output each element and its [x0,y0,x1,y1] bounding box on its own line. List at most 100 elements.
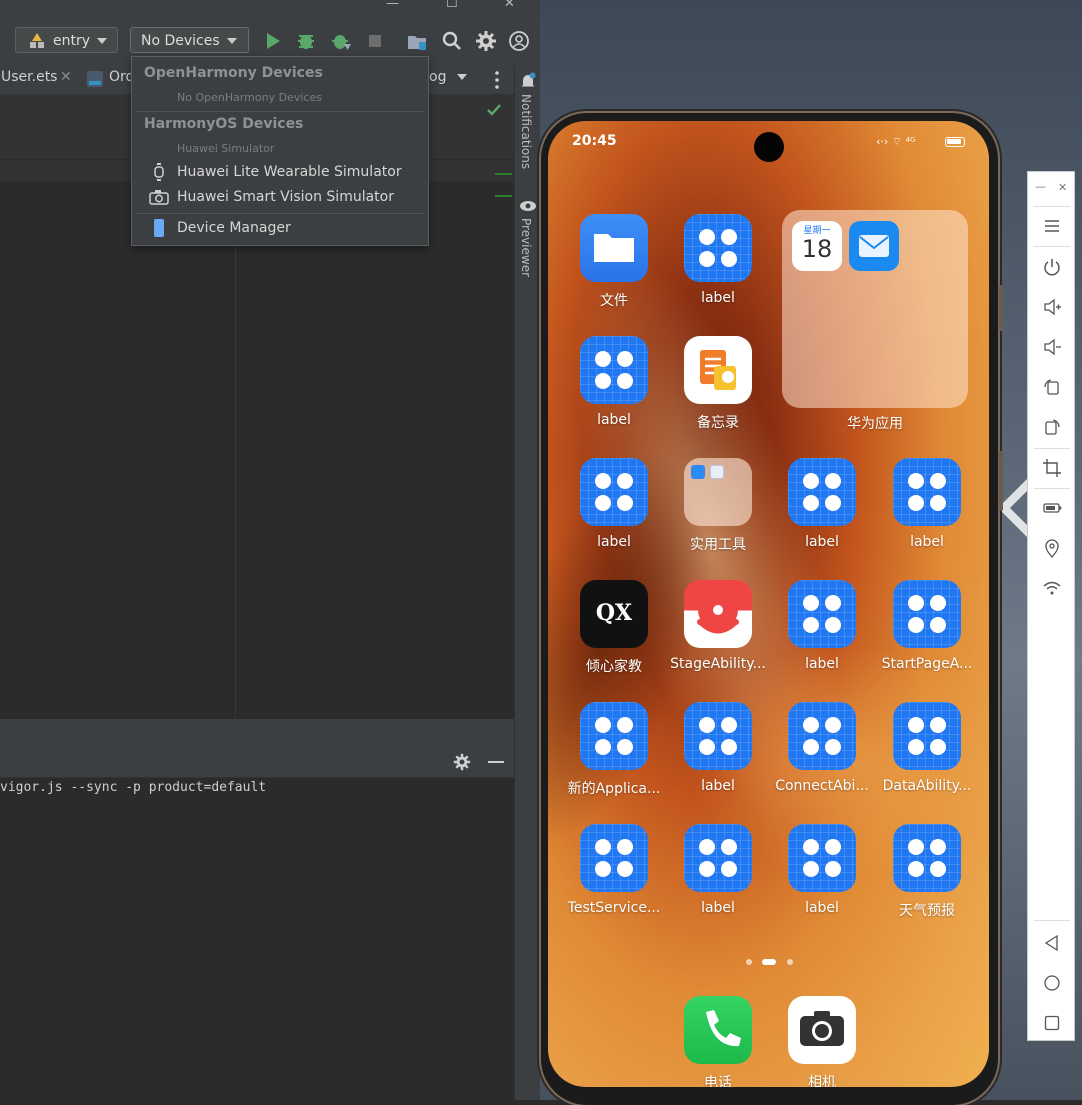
app-shortcut[interactable]: label [666,214,770,322]
app-shortcut[interactable]: 天气预报 [875,824,979,932]
inspection-ok-check-icon[interactable] [486,103,502,117]
volume-up-icon[interactable] [1040,295,1064,319]
app-name: TestService... [567,900,661,916]
tab-og[interactable]: og [429,69,446,85]
rotate-icon[interactable] [1040,375,1064,399]
debug-icon[interactable] [295,30,317,52]
app-shortcut[interactable]: label [770,580,874,688]
stop-icon[interactable] [364,30,386,52]
smart-vision-simulator-item[interactable]: Huawei Smart Vision Simulator [136,185,424,209]
app-name: label [701,778,735,794]
tab-user-ets[interactable]: User.ets [1,69,57,85]
menu-icon[interactable] [1040,214,1064,238]
app-shortcut[interactable]: QX 倾心家教 [562,580,666,688]
status-icons: ‹·› ⌔ ⁴ᴳ [876,135,916,148]
hide-panel-icon[interactable] [488,761,504,763]
terminal-settings-gear-icon[interactable] [453,753,471,771]
app-shortcut[interactable]: ConnectAbi... [770,702,874,810]
petal-shape [825,473,841,489]
app-shortcut[interactable]: 新的Applica... [562,702,666,810]
petal-shape [595,739,611,755]
crop-icon[interactable] [1040,456,1064,480]
panel-close-button[interactable]: ✕ [1058,181,1067,194]
previewer-tab[interactable]: Previewer [519,218,533,277]
app-shortcut[interactable]: StartPageA... [875,580,979,688]
app-grid-icon [580,336,648,404]
app-name: 倾心家教 [586,659,642,675]
app-shortcut[interactable]: DataAbility... [875,702,979,810]
recents-icon[interactable] [1040,1011,1064,1035]
petal-shape [595,717,611,733]
terminal-panel[interactable] [0,778,514,1100]
dock-app[interactable]: 相机 [770,996,874,1087]
app-shortcut[interactable]: TestService... [562,824,666,932]
petal-shape [825,617,841,633]
petal-shape [908,861,924,877]
panel-splitter[interactable] [0,718,514,746]
more-options-icon[interactable] [490,69,504,91]
device-file-browser-icon[interactable] [406,30,428,52]
app-shortcut[interactable]: 实用工具 [666,458,770,566]
home-icon[interactable] [1040,971,1064,995]
lite-wearable-simulator-item[interactable]: Huawei Lite Wearable Simulator [136,160,424,184]
app-shortcut[interactable]: label [875,458,979,566]
battery-icon [945,137,965,147]
tab-close-icon[interactable]: ✕ [60,69,72,85]
device-manager-item[interactable]: Device Manager [136,216,424,240]
panel-divider [1034,920,1070,921]
app-shortcut[interactable]: label [666,702,770,810]
volume-down-icon[interactable] [1040,335,1064,359]
minimize-button[interactable]: — [386,0,399,11]
app-grid-icon [580,702,648,770]
location-icon[interactable] [1040,536,1064,560]
app-shortcut[interactable]: 备忘录 [666,336,770,444]
maximize-button[interactable]: ☐ [446,0,458,11]
app-name: 实用工具 [690,537,746,553]
huawei-apps-folder[interactable]: 星期一 18 [782,210,968,408]
app-shortcut[interactable]: label [562,458,666,566]
petal-shape [617,351,633,367]
petal-shape [930,861,946,877]
dock-app[interactable]: 电话 [666,996,770,1087]
app-shortcut[interactable]: label [770,824,874,932]
settings-gear-icon[interactable] [475,30,497,52]
huawei-apps-folder-name: 华为应用 [847,416,903,432]
app-name: DataAbility... [882,778,972,794]
status-time: 20:45 [572,133,617,149]
module-selector[interactable]: entry [15,27,118,53]
petal-shape [803,473,819,489]
notifications-bell-icon[interactable] [520,72,536,90]
battery-icon[interactable] [1040,496,1064,520]
search-icon[interactable] [441,30,463,52]
petal-shape [908,717,924,733]
device-dropdown-menu: OpenHarmony Devices No OpenHarmony Devic… [131,56,429,246]
back-icon[interactable] [1040,931,1064,955]
volume-side-key [999,285,1003,331]
phone-screen[interactable]: 20:45 ‹·› ⌔ ⁴ᴳ 星期一 18 华为应用 文件 label label 备… [548,121,989,1087]
panel-divider [1034,448,1070,449]
rotate-alt-icon[interactable] [1040,415,1064,439]
close-button[interactable]: ✕ [504,0,515,11]
app-shortcut[interactable]: label [770,458,874,566]
device-selector[interactable]: No Devices [130,27,249,53]
app-shortcut[interactable]: StageAbility... [666,580,770,688]
attach-debugger-icon[interactable] [330,30,352,52]
app-name: label [805,900,839,916]
menu-divider [136,111,424,112]
app-shortcut[interactable]: label [562,336,666,444]
tabs-dropdown-icon[interactable] [457,74,467,80]
qx-logo-text: QX [595,600,633,626]
petal-shape [803,495,819,511]
phone-dialer-icon [684,996,752,1064]
panel-divider [1034,246,1070,247]
app-shortcut[interactable]: 文件 [562,214,666,322]
power-icon[interactable] [1040,255,1064,279]
notifications-tab[interactable]: Notifications [519,94,533,169]
chevron-down-icon [227,38,237,44]
dock-app-name: 相机 [808,1075,836,1087]
app-shortcut[interactable]: label [666,824,770,932]
run-icon[interactable] [262,30,284,52]
account-icon[interactable] [508,30,530,52]
panel-minimize-button[interactable]: — [1035,180,1046,193]
wifi-icon[interactable] [1040,576,1064,600]
